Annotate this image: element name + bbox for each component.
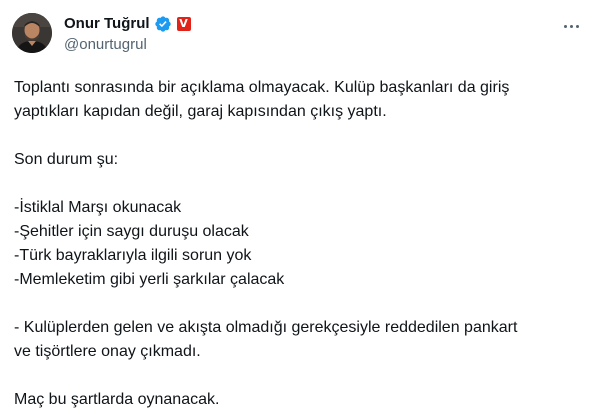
- affiliate-badge[interactable]: V: [176, 17, 191, 31]
- tweet-line: - Kulüplerden gelen ve akışta olmadığı g…: [14, 319, 518, 336]
- tweet-text: Toplantı sonrasında bir açıklama olmayac…: [14, 76, 584, 412]
- tweet-card: Onur Tuğrul V @onurtugrul Toplantı sonra…: [0, 0, 597, 414]
- avatar[interactable]: [12, 13, 52, 53]
- person-avatar-icon: [12, 13, 52, 53]
- tweet-line: yaptıkları kapıdan değil, garaj kapısınd…: [14, 103, 387, 120]
- more-horizontal-icon: [562, 24, 580, 28]
- tweet-line: -Şehitler için saygı duruşu olacak: [14, 223, 249, 240]
- verified-badge-icon[interactable]: [154, 15, 172, 33]
- tweet-line: Son durum şu:: [14, 151, 119, 168]
- user-handle[interactable]: @onurtugrul: [64, 35, 191, 55]
- tweet-line: Toplantı sonrasında bir açıklama olmayac…: [14, 79, 510, 96]
- tweet-line: -İstiklal Marşı okunacak: [14, 199, 182, 216]
- display-name[interactable]: Onur Tuğrul: [64, 14, 150, 34]
- tweet-line: -Memleketim gibi yerli şarkılar çalacak: [14, 271, 285, 288]
- tweet-line: ve tişörtlere onay çıkmadı.: [14, 343, 201, 360]
- name-row: Onur Tuğrul V: [64, 14, 191, 34]
- tweet-line: -Türk bayraklarıyla ilgili sorun yok: [14, 247, 252, 264]
- tweet-line: Maç bu şartlarda oynanacak.: [14, 391, 220, 408]
- tweet-header: Onur Tuğrul V @onurtugrul: [64, 14, 191, 55]
- more-options-button[interactable]: [561, 16, 581, 36]
